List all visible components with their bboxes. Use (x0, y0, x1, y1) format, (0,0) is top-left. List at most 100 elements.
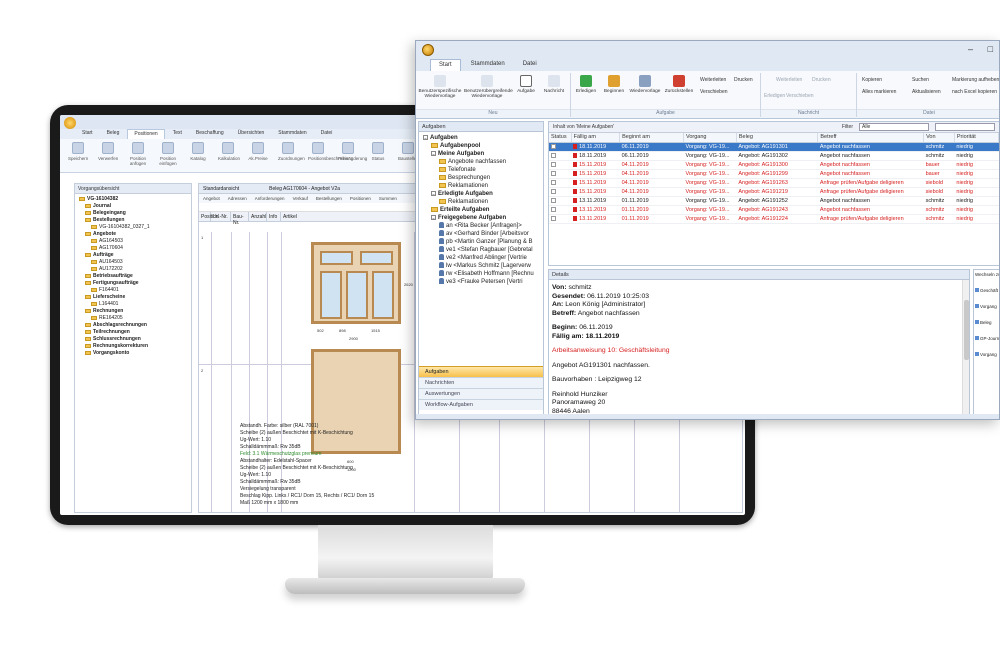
complete-task-button[interactable]: Erledigen (572, 75, 600, 94)
reminder-task-button[interactable]: Wiedervorlage (628, 75, 662, 94)
tree-item[interactable]: lw <Markus Schmitz [Lagerverw (423, 262, 539, 270)
column-header[interactable]: Betreff (817, 133, 925, 143)
tree-item[interactable]: Aufgabenpool (423, 142, 539, 150)
quick-switch-item[interactable]: GP-Journ (974, 334, 999, 350)
back-subtab[interactable]: Verkauf (293, 196, 308, 201)
forward-task-button[interactable]: Weiterleiten (700, 77, 726, 83)
status-cell[interactable] (549, 214, 572, 224)
copy-to-excel-button[interactable]: nach Excel kopieren (952, 89, 997, 95)
back-tab[interactable]: Start (76, 129, 99, 139)
back-ribbon-button[interactable]: Ak.Preise (248, 142, 268, 169)
tree-item[interactable]: ve2 <Manfred Ablinger [Vertrie (423, 254, 539, 262)
nav-workflow-aufgaben[interactable]: Workflow-Aufgaben (419, 399, 543, 410)
back-tree-item[interactable]: Betriebsaufträge (79, 273, 187, 280)
print-message-button[interactable]: Drucken (812, 77, 831, 83)
quick-switch-item[interactable]: Geschäft (974, 286, 999, 302)
refresh-button[interactable]: Aktualisieren (912, 89, 941, 95)
back-tree-item[interactable]: Fertigungsaufträge (79, 280, 187, 287)
back-tab[interactable]: Positionen (127, 129, 165, 139)
complete-message-button[interactable]: Erledigen (764, 93, 785, 99)
back-tree-item[interactable]: Belegeingang (79, 210, 187, 217)
collapse-icon[interactable]: – (431, 214, 436, 220)
collapse-icon[interactable]: – (431, 190, 436, 196)
table-row[interactable]: 18.11.2019 06.11.2019 Vorgang: VG-19... Ang… (549, 151, 999, 161)
back-subtab[interactable]: Anforderungen (255, 196, 285, 201)
filter-select[interactable]: Alle (859, 123, 929, 131)
table-row[interactable]: 18.11.2019 06.11.2019 Vorgang: VG-19... Ang… (549, 142, 999, 152)
tree-item[interactable]: Reklamationen (423, 182, 539, 190)
back-ribbon-button[interactable]: Verwerfen (98, 142, 118, 169)
back-tree-item[interactable]: Rechnungen (79, 308, 187, 315)
status-cell[interactable] (549, 205, 572, 215)
back-ribbon-button[interactable]: Position anfügen (128, 142, 148, 169)
status-cell[interactable] (549, 142, 572, 152)
column-header[interactable]: Beginnt am (619, 133, 684, 143)
back-tree-item[interactable]: AU172202 (79, 266, 187, 273)
copy-button[interactable]: Kopieren (862, 77, 882, 83)
minimize-button[interactable]: – (968, 44, 973, 54)
back-tree-item[interactable]: AG164503 (79, 238, 187, 245)
back-subtab[interactable]: Bestellungen (316, 196, 342, 201)
back-tree-item[interactable]: VG-16104382_0327_1 (79, 224, 187, 231)
ribbon-tab-datei[interactable]: Datei (515, 59, 545, 71)
back-ribbon-button[interactable]: Position einfügen (158, 142, 178, 169)
status-checkbox[interactable] (551, 215, 556, 221)
detail-scrollbar[interactable] (962, 280, 969, 416)
new-task-button[interactable]: Aufgabe (512, 75, 540, 94)
back-grid-column-header[interactable]: Artikel (281, 212, 421, 221)
back-tree-item[interactable]: AG170604 (79, 245, 187, 252)
collapse-icon[interactable]: – (423, 134, 428, 140)
start-task-button[interactable]: Beginnen (600, 75, 628, 94)
print-task-button[interactable]: Drucken (734, 77, 753, 83)
tree-item[interactable]: Besprechungen (423, 174, 539, 182)
back-tab[interactable]: Stammdaten (272, 129, 312, 139)
column-header[interactable]: Priorität (954, 133, 999, 143)
back-grid-column-header[interactable]: Info (267, 212, 281, 221)
status-checkbox[interactable] (551, 206, 556, 212)
back-tab[interactable]: Übersichten (232, 129, 271, 139)
column-header[interactable]: Status (549, 133, 572, 143)
table-row[interactable]: 15.11.2019 04.11.2019 Vorgang: VG-19... Ang… (549, 169, 999, 179)
move-task-button[interactable]: Verschieben (700, 89, 728, 95)
tree-item[interactable]: rw <Elisabeth Hoffmann [Rechnu (423, 270, 539, 278)
back-ribbon-button[interactable]: Positionsbeschreibung (308, 142, 353, 169)
ribbon-tab-start[interactable]: Start (430, 59, 461, 71)
table-row[interactable]: 13.11.2019 01.11.2019 Vorgang: VG-19... Ang… (549, 196, 999, 206)
status-checkbox[interactable] (551, 197, 556, 203)
status-cell[interactable] (549, 187, 572, 197)
column-header[interactable]: Beleg (736, 133, 819, 143)
move-message-button[interactable]: Verschieben (786, 93, 814, 99)
status-cell[interactable] (549, 160, 572, 170)
back-tree-item[interactable]: RE164205 (79, 315, 187, 322)
back-tab[interactable]: Beleg (101, 129, 126, 139)
back-grid-column-header[interactable]: LV.-Nr. (211, 212, 231, 221)
column-header[interactable]: Fällig am (571, 133, 621, 143)
back-tree-item[interactable]: AU164503 (79, 259, 187, 266)
column-header[interactable]: Vorgang (683, 133, 737, 143)
status-checkbox[interactable] (551, 161, 556, 167)
back-tree-item[interactable]: Teilrechnungen (79, 329, 187, 336)
back-ribbon-button[interactable]: Status (368, 142, 388, 169)
status-cell[interactable] (549, 178, 572, 188)
tree-item[interactable]: – Erledigte Aufgaben (423, 190, 539, 198)
select-all-button[interactable]: Alles markieren (862, 89, 896, 95)
tree-item[interactable]: Angebote nachfassen (423, 158, 539, 166)
tree-item[interactable]: – Meine Aufgaben (423, 150, 539, 158)
column-header[interactable]: Von (923, 133, 955, 143)
status-cell[interactable] (549, 169, 572, 179)
quick-switch-item[interactable]: Vorgang (974, 350, 999, 366)
tree-item[interactable]: an <Rita Becker [Anfragen]> (423, 222, 539, 230)
table-row[interactable]: 15.11.2019 04.11.2019 Vorgang: VG-19... Ang… (549, 178, 999, 188)
back-tab[interactable]: Text (167, 129, 188, 139)
back-tree-item[interactable]: Journal (79, 203, 187, 210)
nav-aufgaben[interactable]: Aufgaben (419, 366, 543, 377)
back-tab[interactable]: Datei (315, 129, 339, 139)
table-row[interactable]: 15.11.2019 04.11.2019 Vorgang: VG-19... Ang… (549, 160, 999, 170)
quick-switch-item[interactable]: Beleg (974, 318, 999, 334)
status-checkbox[interactable] (551, 143, 556, 149)
maximize-button[interactable]: □ (988, 44, 993, 54)
back-ribbon-button[interactable]: Zuordnungen (278, 142, 305, 169)
status-checkbox[interactable] (551, 188, 556, 194)
table-row[interactable]: 13.11.2019 01.11.2019 Vorgang: VG-19... Ang… (549, 205, 999, 215)
table-row[interactable]: 13.11.2019 01.11.2019 Vorgang: VG-19... Ang… (549, 214, 999, 224)
